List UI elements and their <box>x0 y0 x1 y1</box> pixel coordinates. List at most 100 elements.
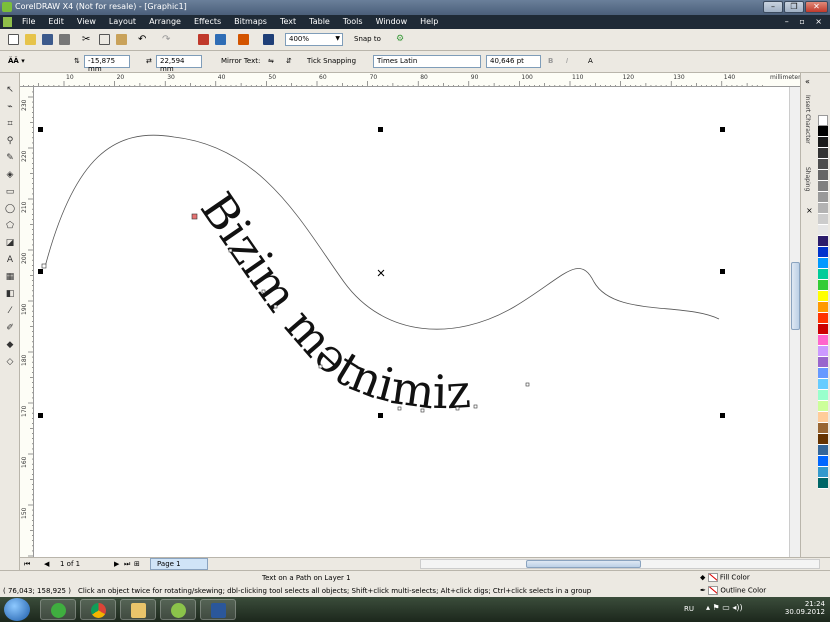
last-page-icon[interactable]: ⏭ <box>124 560 130 569</box>
shape-tool-icon[interactable]: ⌁ <box>4 102 16 113</box>
menu-window[interactable]: Window <box>376 17 408 26</box>
palette-swatch[interactable] <box>818 302 828 313</box>
edit-text-icon[interactable]: A <box>588 57 593 65</box>
start-button[interactable] <box>4 598 30 621</box>
text-preset-icon[interactable]: ǍǍ ▾ <box>8 57 25 65</box>
palette-swatch[interactable] <box>818 434 828 445</box>
outline-color-indicator[interactable]: ✒ Outline Color <box>700 586 766 595</box>
interactive-blend-tool-icon[interactable]: ◧ <box>4 289 16 300</box>
palette-swatch[interactable] <box>818 159 828 170</box>
menu-edit[interactable]: Edit <box>48 17 64 26</box>
pick-tool-icon[interactable]: ↖ <box>4 85 16 96</box>
taskbar-utorrent[interactable] <box>40 599 76 620</box>
palette-swatch[interactable] <box>818 203 828 214</box>
copy-icon[interactable] <box>99 34 110 45</box>
palette-swatch[interactable] <box>818 137 828 148</box>
palette-swatch[interactable] <box>818 324 828 335</box>
palette-swatch[interactable] <box>818 379 828 390</box>
freehand-tool-icon[interactable]: ✎ <box>4 153 16 164</box>
document-window-controls[interactable]: – ▫ × <box>785 17 826 26</box>
taskbar-chrome[interactable] <box>80 599 116 620</box>
palette-swatch[interactable] <box>818 148 828 159</box>
vertical-scroll-thumb[interactable] <box>791 262 800 330</box>
palette-swatch[interactable] <box>818 258 828 269</box>
palette-swatch[interactable] <box>818 313 828 324</box>
palette-swatch[interactable] <box>818 423 828 434</box>
palette-swatch[interactable] <box>818 335 828 346</box>
docker-close-icon[interactable]: × <box>806 206 813 215</box>
table-tool-icon[interactable]: ▦ <box>4 272 16 283</box>
menu-text[interactable]: Text <box>280 17 296 26</box>
export-icon[interactable] <box>215 34 226 45</box>
palette-swatch[interactable] <box>818 478 828 489</box>
zoom-level-select[interactable]: 400% ▼ <box>285 33 343 46</box>
taskbar-coreldraw[interactable] <box>160 599 196 620</box>
crop-tool-icon[interactable]: ⌗ <box>4 119 16 130</box>
import-icon[interactable] <box>198 34 209 45</box>
palette-swatch[interactable] <box>818 368 828 379</box>
docker-collapse-icon[interactable]: « <box>805 77 810 86</box>
palette-swatch[interactable] <box>818 357 828 368</box>
menu-layout[interactable]: Layout <box>109 17 136 26</box>
rectangle-tool-icon[interactable]: ▭ <box>4 187 16 198</box>
fill-color-indicator[interactable]: ◆ Fill Color <box>700 573 750 582</box>
fill-tool-icon[interactable]: ◆ <box>4 340 16 351</box>
previous-page-icon[interactable]: ◀ <box>44 560 49 568</box>
basic-shapes-tool-icon[interactable]: ◪ <box>4 238 16 249</box>
palette-swatch[interactable] <box>818 269 828 280</box>
italic-icon[interactable]: I <box>566 57 568 65</box>
eyedropper-tool-icon[interactable]: ⁄ <box>4 306 16 317</box>
palette-swatch[interactable] <box>818 291 828 302</box>
outline-tool-icon[interactable]: ✐ <box>4 323 16 334</box>
palette-swatch[interactable] <box>818 247 828 258</box>
smart-fill-tool-icon[interactable]: ◈ <box>4 170 16 181</box>
palette-swatch[interactable] <box>818 181 828 192</box>
palette-swatch[interactable] <box>818 192 828 203</box>
horizontal-offset-field[interactable]: 22,594 mm <box>156 55 202 73</box>
menu-arrange[interactable]: Arrange <box>149 17 181 26</box>
tick-snapping-button[interactable]: Tick Snapping <box>307 57 356 65</box>
menu-help[interactable]: Help <box>420 17 438 26</box>
page-tab[interactable]: Page 1 <box>150 558 208 570</box>
font-size-select[interactable]: 40,646 pt <box>486 55 541 68</box>
open-folder-icon[interactable] <box>25 34 36 45</box>
curve-path[interactable] <box>44 134 720 330</box>
bold-icon[interactable]: B <box>548 57 553 65</box>
docker-tab-shaping[interactable]: Shaping <box>804 167 811 191</box>
redo-icon[interactable]: ↷ <box>162 34 173 45</box>
taskbar-word[interactable] <box>200 599 236 620</box>
mirror-horizontal-icon[interactable]: ⇋ <box>268 57 274 65</box>
paste-icon[interactable] <box>116 34 127 45</box>
menu-tools[interactable]: Tools <box>343 17 363 26</box>
horizontal-scroll-thumb[interactable] <box>526 560 641 568</box>
first-page-icon[interactable]: ⏮ <box>24 560 30 569</box>
horizontal-ruler[interactable]: 10 20 30 40 50 60 70 80 90 100 110 120 130 140 millim… <box>20 73 800 87</box>
taskbar-explorer[interactable] <box>120 599 156 620</box>
menu-bitmaps[interactable]: Bitmaps <box>234 17 267 26</box>
application-launcher-icon[interactable] <box>238 34 249 45</box>
menu-table[interactable]: Table <box>309 17 330 26</box>
palette-swatch[interactable] <box>818 280 828 291</box>
docker-tab-insert-character[interactable]: Insert Character <box>804 95 811 144</box>
drawing-canvas[interactable]: Bizim mətnimiz <box>34 87 789 557</box>
mirror-vertical-icon[interactable]: ⇵ <box>286 57 292 65</box>
print-icon[interactable] <box>59 34 70 45</box>
drawing-page[interactable]: Bizim mətnimiz <box>34 87 789 557</box>
language-indicator[interactable]: RU <box>684 605 694 613</box>
palette-swatch[interactable] <box>818 115 828 126</box>
palette-swatch[interactable] <box>818 456 828 467</box>
tray-icons[interactable]: ▴ ⚑ ▭ ◂)) <box>706 603 743 612</box>
interactive-fill-tool-icon[interactable]: ◇ <box>4 357 16 368</box>
menu-view[interactable]: View <box>77 17 96 26</box>
palette-swatch[interactable] <box>818 390 828 401</box>
palette-swatch[interactable] <box>818 126 828 137</box>
save-icon[interactable] <box>42 34 53 45</box>
palette-swatch[interactable] <box>818 225 828 236</box>
horizontal-scrollbar[interactable] <box>420 559 820 569</box>
vertical-ruler[interactable]: 230 220 210 200 190 180 170 160 150 <box>20 87 34 557</box>
path-text[interactable]: Bizim mətnimiz <box>190 183 472 420</box>
welcome-screen-icon[interactable] <box>263 34 274 45</box>
palette-swatch[interactable] <box>818 445 828 456</box>
palette-swatch[interactable] <box>818 214 828 225</box>
options-icon[interactable]: ⚙ <box>396 34 407 45</box>
